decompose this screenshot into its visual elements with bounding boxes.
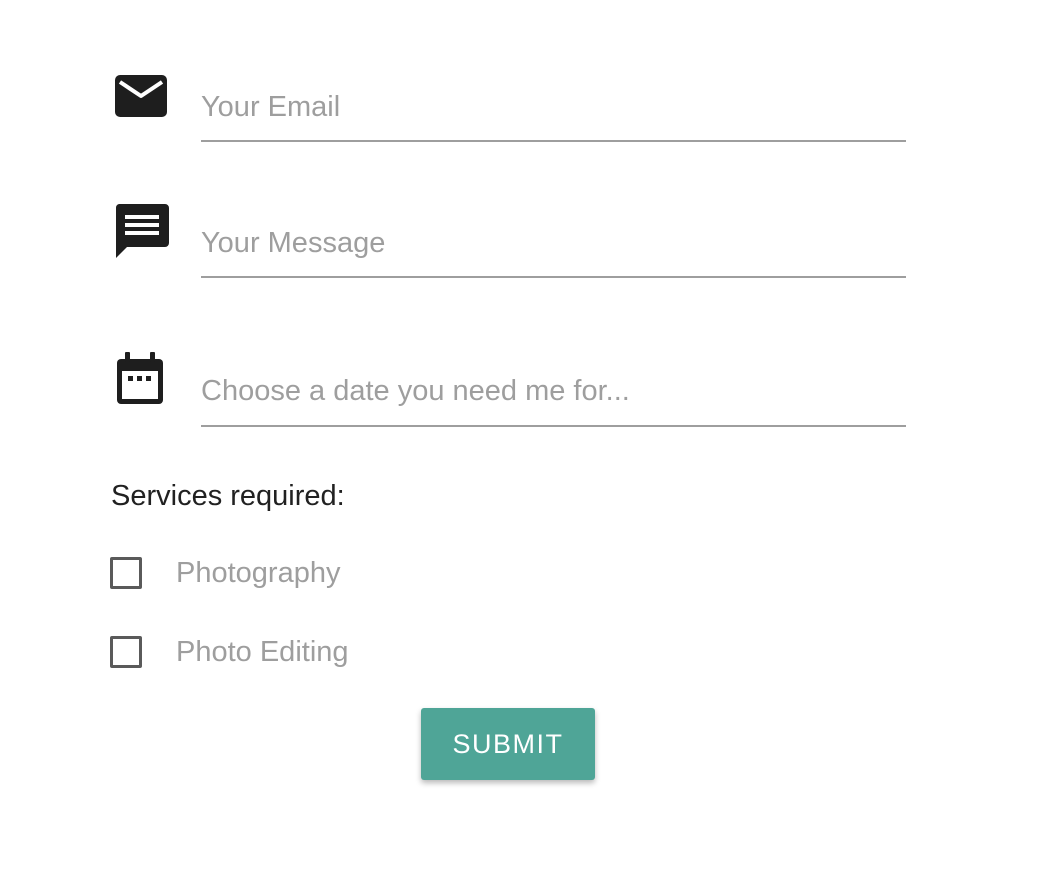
photo-editing-label[interactable]: Photo Editing bbox=[176, 636, 349, 669]
message-input[interactable] bbox=[201, 210, 906, 278]
services-label: Services required: bbox=[111, 480, 345, 512]
submit-button[interactable]: SUBMIT bbox=[421, 708, 595, 780]
photography-checkbox[interactable] bbox=[110, 557, 142, 589]
email-icon bbox=[115, 70, 167, 122]
contact-form: Services required: Photography Photo Edi… bbox=[0, 0, 1056, 870]
service-option-photography[interactable]: Photography bbox=[110, 553, 340, 593]
service-option-photo-editing[interactable]: Photo Editing bbox=[110, 632, 349, 672]
photography-label[interactable]: Photography bbox=[176, 557, 340, 590]
message-icon bbox=[115, 204, 169, 260]
date-input[interactable] bbox=[201, 358, 906, 427]
calendar-icon bbox=[115, 352, 165, 406]
email-input[interactable] bbox=[201, 74, 906, 142]
photo-editing-checkbox[interactable] bbox=[110, 636, 142, 668]
